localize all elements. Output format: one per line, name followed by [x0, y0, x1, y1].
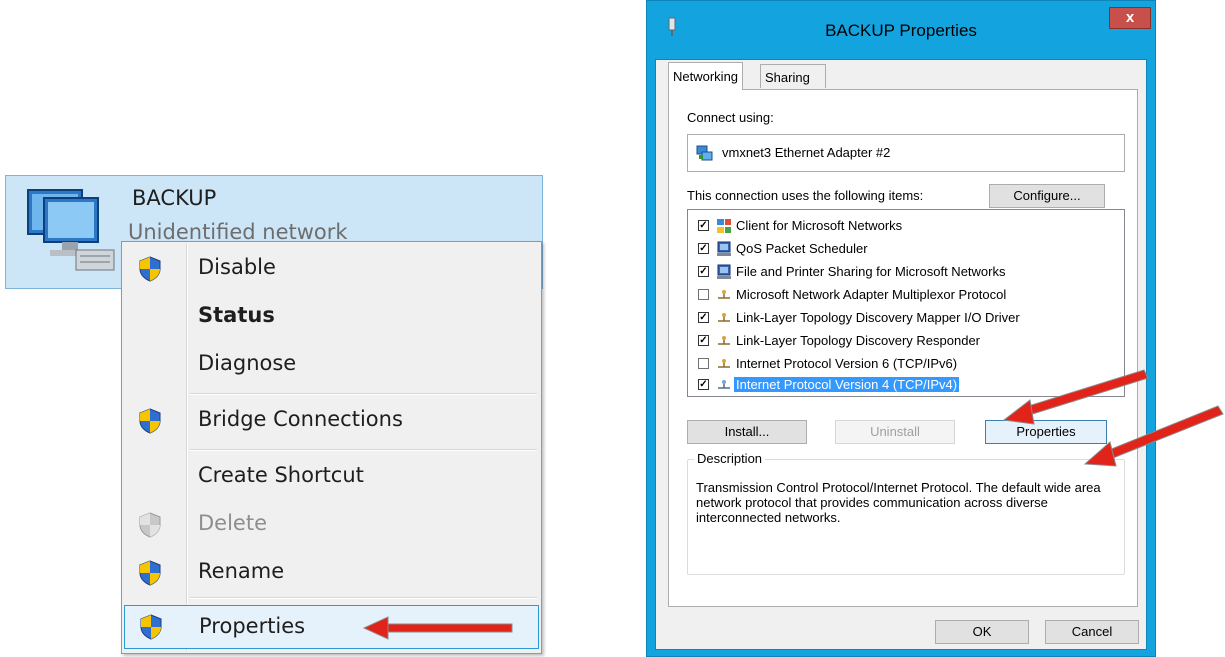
- item-label: Link-Layer Topology Discovery Mapper I/O…: [736, 310, 1020, 325]
- item-label: File and Printer Sharing for Microsoft N…: [736, 264, 1006, 279]
- network-client-icon: [717, 219, 731, 233]
- protocol-icon: [718, 290, 730, 299]
- list-item[interactable]: ✓ Link-Layer Topology Discovery Mapper I…: [696, 308, 1116, 328]
- network-name: BACKUP: [132, 186, 217, 210]
- tab-sharing[interactable]: Sharing: [760, 64, 826, 88]
- protocol-icon: [718, 336, 730, 345]
- menu-separator: [190, 449, 537, 451]
- menu-separator: [190, 597, 537, 599]
- menu-item-bridge-connections[interactable]: Bridge Connections: [124, 401, 539, 441]
- protocol-icon: [718, 359, 730, 368]
- uac-shield-icon: [140, 614, 162, 640]
- menu-item-label: Bridge Connections: [198, 407, 403, 431]
- list-item[interactable]: ✓ File and Printer Sharing for Microsoft…: [696, 262, 1116, 282]
- list-item[interactable]: ✓ QoS Packet Scheduler: [696, 239, 1116, 259]
- item-label: QoS Packet Scheduler: [736, 241, 868, 256]
- menu-item-label: Disable: [198, 255, 276, 279]
- adapter-field: vmxnet3 Ethernet Adapter #2: [687, 134, 1125, 172]
- list-item[interactable]: ✓ Link-Layer Topology Discovery Responde…: [696, 331, 1116, 351]
- item-checkbox[interactable]: ✓: [698, 335, 709, 346]
- description-text: Transmission Control Protocol/Internet P…: [696, 480, 1101, 525]
- dialog-title-bar[interactable]: BACKUP Properties x: [647, 1, 1155, 59]
- item-checkbox[interactable]: ✓: [698, 243, 709, 254]
- menu-item-rename[interactable]: Rename: [124, 553, 539, 593]
- item-checkbox[interactable]: ✓: [698, 220, 709, 231]
- list-item[interactable]: Microsoft Network Adapter Multiplexor Pr…: [696, 285, 1116, 305]
- description-group: Description Transmission Control Protoco…: [687, 451, 1125, 575]
- menu-item-status[interactable]: Status: [124, 297, 539, 337]
- networking-tab-panel: Connect using: vmxnet3 Ethernet Adapter …: [668, 89, 1138, 607]
- item-label: Internet Protocol Version 6 (TCP/IPv6): [736, 356, 958, 371]
- uninstall-button: Uninstall: [835, 420, 955, 444]
- protocol-icon: [718, 380, 730, 389]
- items-label: This connection uses the following items…: [687, 188, 924, 203]
- menu-item-label: Create Shortcut: [198, 463, 364, 487]
- menu-item-disable[interactable]: Disable: [124, 249, 539, 289]
- item-label: Client for Microsoft Networks: [736, 218, 903, 233]
- service-icon: [717, 264, 731, 279]
- uac-shield-icon: [139, 408, 161, 434]
- item-checkbox[interactable]: [698, 358, 709, 369]
- item-label: Link-Layer Topology Discovery Responder: [736, 333, 980, 348]
- description-legend: Description: [694, 451, 766, 466]
- menu-item-label: Diagnose: [198, 351, 297, 375]
- menu-item-label: Delete: [198, 511, 267, 535]
- ok-button[interactable]: OK: [935, 620, 1029, 644]
- context-menu: Disable Status Diagnose Bridge Connectio…: [121, 241, 542, 654]
- menu-item-create-shortcut[interactable]: Create Shortcut: [124, 457, 539, 497]
- menu-item-label: Properties: [199, 614, 306, 638]
- menu-item-diagnose[interactable]: Diagnose: [124, 345, 539, 385]
- network-adapter-icon: [27, 189, 115, 271]
- protocol-icon: [718, 313, 730, 322]
- item-checkbox[interactable]: ✓: [698, 379, 709, 390]
- service-icon: [717, 241, 731, 256]
- item-checkbox[interactable]: [698, 289, 709, 300]
- cancel-button[interactable]: Cancel: [1045, 620, 1139, 644]
- dialog-client-area: Networking Sharing Connect using: vmxnet…: [655, 59, 1147, 650]
- uac-shield-icon: [139, 560, 161, 586]
- adapter-name: vmxnet3 Ethernet Adapter #2: [722, 145, 891, 160]
- connect-using-label: Connect using:: [687, 110, 774, 125]
- uac-shield-disabled-icon: [139, 512, 161, 538]
- item-label: Microsoft Network Adapter Multiplexor Pr…: [736, 287, 1007, 302]
- red-arrow-annotation: [362, 616, 513, 640]
- item-checkbox[interactable]: ✓: [698, 312, 709, 323]
- menu-separator: [190, 393, 537, 395]
- properties-dialog: BACKUP Properties x Networking Sharing C…: [646, 0, 1156, 657]
- item-label: Internet Protocol Version 4 (TCP/IPv4): [734, 377, 960, 392]
- list-item[interactable]: ✓ Client for Microsoft Networks: [696, 216, 1116, 236]
- network-adapter-icon: [696, 145, 713, 161]
- menu-item-delete: Delete: [124, 505, 539, 545]
- red-arrow-annotation: [1083, 405, 1224, 467]
- item-checkbox[interactable]: ✓: [698, 266, 709, 277]
- uac-shield-icon: [139, 256, 161, 282]
- menu-item-label: Status: [198, 303, 275, 327]
- menu-item-label: Rename: [198, 559, 285, 583]
- install-button[interactable]: Install...: [687, 420, 807, 444]
- close-button[interactable]: x: [1109, 7, 1151, 29]
- tab-networking[interactable]: Networking: [668, 62, 744, 90]
- dialog-title: BACKUP Properties: [825, 21, 977, 40]
- configure-button[interactable]: Configure...: [989, 184, 1105, 208]
